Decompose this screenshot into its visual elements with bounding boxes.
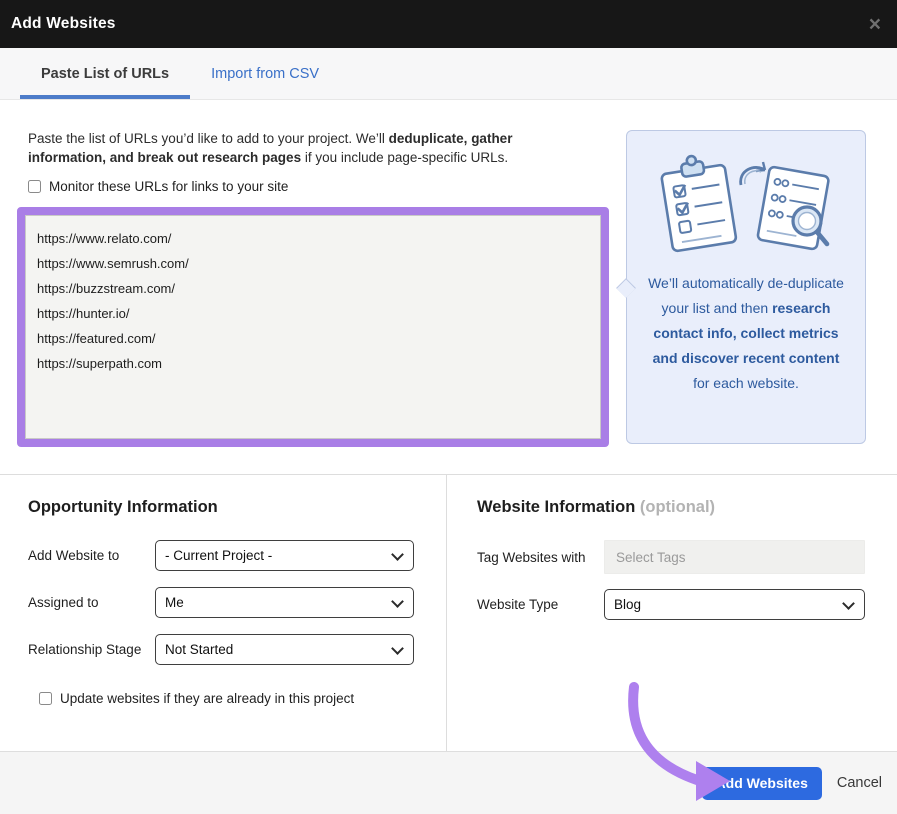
monitor-checkbox-label: Monitor these URLs for links to your sit… xyxy=(49,179,288,194)
opportunity-information-section: Opportunity Information Add Website to -… xyxy=(0,475,447,751)
assigned-to-select[interactable]: Me xyxy=(155,587,414,618)
info-bubble: We’ll automatically de-duplicate your li… xyxy=(626,130,866,444)
website-type-label: Website Type xyxy=(477,597,604,612)
tab-label: Import from CSV xyxy=(211,66,319,82)
paste-section: Paste the list of URLs you’d like to add… xyxy=(0,100,897,447)
website-information-section: Website Information (optional) Tag Websi… xyxy=(447,475,897,751)
add-website-to-select[interactable]: - Current Project - xyxy=(155,540,414,571)
checklist-illustration-icon xyxy=(657,151,835,257)
opportunity-information-heading: Opportunity Information xyxy=(28,498,446,517)
relationship-stage-row: Relationship Stage Not Started xyxy=(28,634,446,665)
website-type-row: Website Type Blog xyxy=(477,589,866,620)
url-textarea-highlight-frame xyxy=(17,207,609,447)
tab-paste-list-of-urls[interactable]: Paste List of URLs xyxy=(20,48,190,99)
close-icon[interactable]: × xyxy=(869,14,881,35)
instructions-text: Paste the list of URLs you’d like to add… xyxy=(28,130,594,167)
optional-note: (optional) xyxy=(640,498,715,516)
cancel-button[interactable]: Cancel xyxy=(837,775,882,791)
assigned-to-row: Assigned to Me xyxy=(28,587,446,618)
website-information-heading: Website Information (optional) xyxy=(477,498,866,517)
tab-bar: Paste List of URLs Import from CSV xyxy=(0,48,897,100)
add-websites-dialog: Add Websites × Paste List of URLs Import… xyxy=(0,0,897,814)
dialog-header: Add Websites × xyxy=(0,0,897,48)
paste-left-column: Paste the list of URLs you’d like to add… xyxy=(17,130,609,447)
tab-import-from-csv[interactable]: Import from CSV xyxy=(190,48,340,99)
add-website-to-row: Add Website to - Current Project - xyxy=(28,540,446,571)
tab-label: Paste List of URLs xyxy=(41,66,169,82)
tag-websites-input[interactable] xyxy=(604,540,865,574)
update-websites-checkbox-row[interactable]: Update websites if they are already in t… xyxy=(39,691,446,706)
relationship-stage-select[interactable]: Not Started xyxy=(155,634,414,665)
assigned-to-select-wrap: Me xyxy=(155,587,414,618)
monitor-checkbox-row[interactable]: Monitor these URLs for links to your sit… xyxy=(28,179,609,194)
bubble-text: We’ll automatically de-duplicate your li… xyxy=(627,271,865,396)
website-type-select-wrap: Blog xyxy=(604,589,865,620)
tag-websites-row: Tag Websites with xyxy=(477,540,866,574)
relationship-stage-select-wrap: Not Started xyxy=(155,634,414,665)
url-textarea[interactable] xyxy=(25,215,601,439)
tag-websites-label: Tag Websites with xyxy=(477,550,604,565)
update-websites-checkbox-label: Update websites if they are already in t… xyxy=(60,691,354,706)
form-columns: Opportunity Information Add Website to -… xyxy=(0,474,897,751)
monitor-checkbox[interactable] xyxy=(28,180,41,193)
relationship-stage-label: Relationship Stage xyxy=(28,642,155,657)
update-websites-checkbox[interactable] xyxy=(39,692,52,705)
dialog-footer: Add Websites Cancel xyxy=(0,751,897,814)
dialog-title: Add Websites xyxy=(11,15,116,33)
website-type-select[interactable]: Blog xyxy=(604,589,865,620)
add-websites-button[interactable]: Add Websites xyxy=(702,767,822,800)
add-website-to-label: Add Website to xyxy=(28,548,155,563)
assigned-to-label: Assigned to xyxy=(28,595,155,610)
add-website-to-select-wrap: - Current Project - xyxy=(155,540,414,571)
